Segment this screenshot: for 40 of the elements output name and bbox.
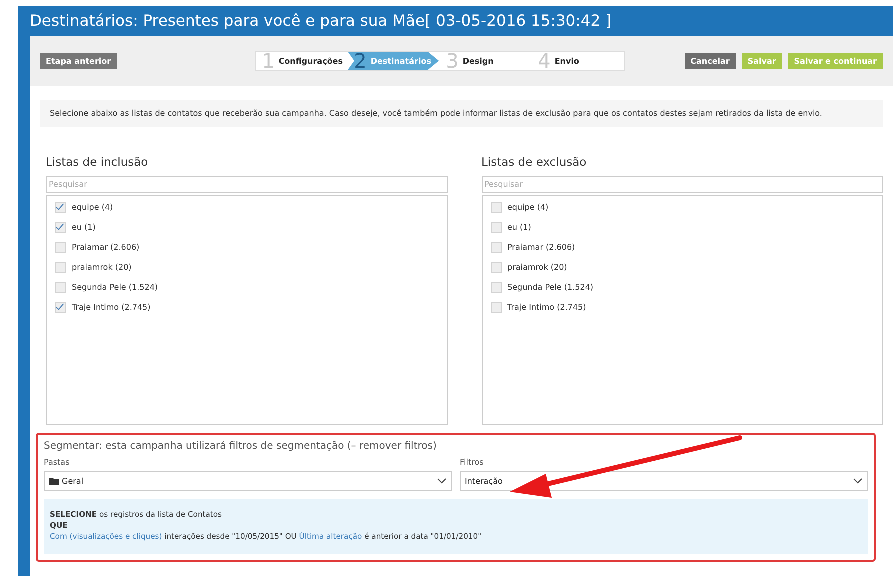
list-heading: Listas de exclusão [482, 155, 588, 169]
checkbox[interactable] [55, 262, 66, 272]
checkbox[interactable] [490, 262, 502, 272]
window-title: Destinatários: Presentes para você e para sua Mãe[ 03-05-2016 15:30:42 ] [30, 12, 612, 30]
checkbox[interactable] [490, 222, 502, 232]
checkbox[interactable] [55, 242, 66, 252]
list-option: praiamrok (20) [508, 262, 568, 272]
list-option: eu (1) [508, 222, 532, 232]
list-option: Segunda Pele (1.524) [72, 282, 158, 292]
field-label: Filtros [460, 458, 485, 467]
list-option: Traje Intimo (2.745) [508, 302, 586, 312]
list-option: equipe (4) [508, 202, 549, 212]
caret-icon [853, 478, 863, 484]
list-option: Praiamar (2.606) [72, 242, 140, 252]
folder-icon [49, 477, 59, 485]
search-field[interactable]: Pesquisar [482, 176, 883, 193]
search-field[interactable]: Pesquisar [46, 176, 448, 193]
checkbox[interactable] [55, 282, 66, 292]
list-option: Segunda Pele (1.524) [508, 282, 594, 292]
dropdown[interactable]: Interação [460, 471, 868, 491]
caret-icon [437, 478, 447, 484]
instructions-text: Selecione abaixo as listas de contatos que receberão sua campanha. Caso deseje, você também pode informar listas de exclusão para que os contatos destes sejam retirados da lista de envio. [40, 100, 883, 127]
dropdown[interactable]: Geral [44, 471, 452, 491]
cancel-button[interactable]: Cancelar [684, 53, 736, 69]
checkbox[interactable] [490, 282, 502, 292]
list-option: Praiamar (2.606) [508, 242, 576, 252]
list-option: praiamrok (20) [72, 262, 132, 272]
list-option: Traje Intimo (2.745) [72, 302, 151, 312]
checkbox[interactable] [490, 302, 502, 312]
segment-heading: Segmentar: esta campanha utilizará filtros de segmentação (– remover filtros) [44, 441, 438, 452]
checkbox[interactable] [55, 302, 66, 312]
list-heading: Listas de inclusão [46, 155, 150, 169]
field-label: Pastas [44, 458, 71, 467]
list-option: eu (1) [72, 222, 96, 232]
checkbox[interactable] [55, 222, 66, 232]
checkbox[interactable] [490, 242, 502, 252]
list-option: equipe (4) [72, 202, 114, 212]
previous-step-button[interactable]: Etapa anterior [40, 53, 118, 69]
checkbox[interactable] [55, 202, 66, 212]
checkbox[interactable] [490, 202, 502, 212]
